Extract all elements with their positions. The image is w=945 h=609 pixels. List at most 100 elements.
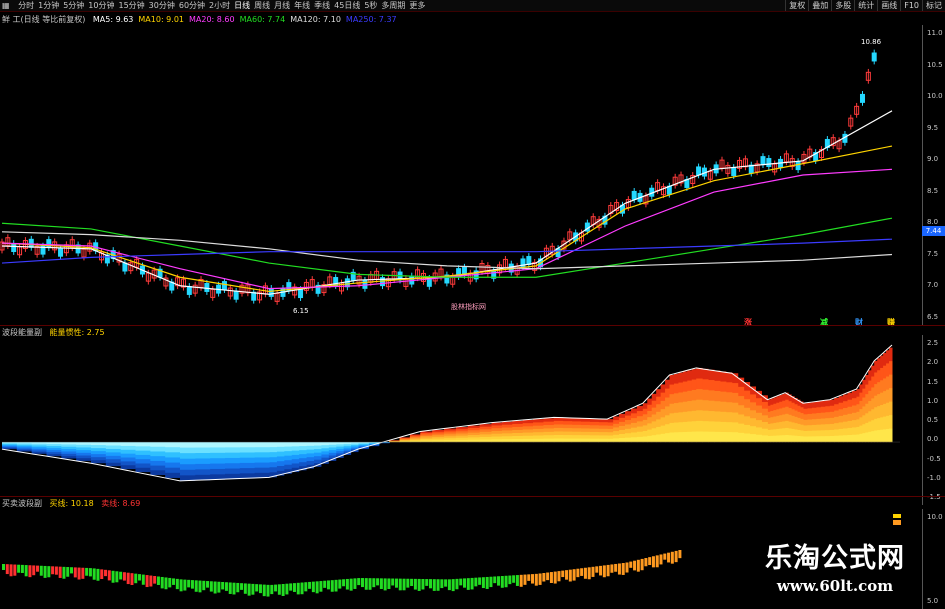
signal-marker-3: 赚 [887, 318, 895, 327]
energy-bar [313, 442, 322, 446]
band-bar [568, 569, 572, 582]
buy-line-value: 买线: 10.18 [49, 499, 94, 508]
band-bar [323, 580, 327, 588]
band-bar [77, 567, 81, 580]
candle-body [28, 238, 34, 248]
energy-bar [343, 442, 352, 444]
tool-button-4[interactable]: 画线 [877, 0, 900, 11]
period-tab-2[interactable]: 5分钟 [61, 0, 86, 11]
band-bar [659, 554, 663, 565]
energy-bar [856, 434, 860, 443]
tool-button-2[interactable]: 多股 [831, 0, 854, 11]
period-tab-6[interactable]: 60分钟 [177, 0, 207, 11]
period-tab-3[interactable]: 10分钟 [86, 0, 116, 11]
axis-tick-label: -0.5 [927, 454, 941, 463]
period-tab-7[interactable]: 2小时 [207, 0, 232, 11]
energy-bar [150, 442, 166, 447]
period-tab-9[interactable]: 周线 [252, 0, 272, 11]
panel-divider [0, 496, 945, 497]
band-bar [364, 578, 368, 590]
energy-bar [444, 440, 457, 443]
energy-bar [320, 442, 329, 446]
energy-bar [533, 438, 544, 443]
period-tab-8[interactable]: 日线 [232, 0, 252, 11]
period-tab-13[interactable]: 45日线 [332, 0, 362, 11]
band-bar [625, 562, 629, 573]
band-bar [417, 578, 421, 591]
band-bar [478, 577, 482, 585]
band-bar [251, 583, 255, 595]
signal-marker-2: 财 [855, 318, 863, 327]
band-bar [357, 578, 361, 586]
band-bar [410, 578, 414, 587]
ma-values: MA5: 9.63 MA10: 9.01 MA20: 8.60 MA60: 7.74 M… [93, 15, 402, 24]
band-bar [549, 572, 553, 583]
band-bar [678, 550, 682, 559]
energy-bar [770, 435, 774, 443]
period-tab-4[interactable]: 15分钟 [116, 0, 146, 11]
energy-bar [725, 432, 733, 443]
band-bar [277, 584, 281, 595]
energy-bar [797, 436, 801, 443]
tool-button-0[interactable]: 复权 [785, 0, 808, 11]
band-axis: 10.0 5.0 [922, 509, 945, 609]
band-bar [47, 566, 51, 578]
period-tab-1[interactable]: 1分钟 [36, 0, 61, 11]
energy-bar [607, 438, 614, 443]
period-tab-16[interactable]: 更多 [407, 0, 427, 11]
low-price-label: 6.15 [293, 307, 309, 315]
band-bar [209, 581, 213, 592]
axis-tick-label: 8.5 [927, 186, 939, 195]
band-bar [183, 579, 187, 591]
ma-line-MA10 [1, 145, 893, 293]
tool-button-6[interactable]: 标记 [922, 0, 945, 11]
watermark-url: www.60lt.com [776, 577, 894, 595]
band-bar [561, 570, 565, 578]
tool-button-1[interactable]: 叠加 [808, 0, 831, 11]
band-bar [274, 584, 278, 592]
period-tab-10[interactable]: 月线 [272, 0, 292, 11]
period-tab-5[interactable]: 30分钟 [147, 0, 177, 11]
band-bar [285, 583, 289, 595]
band-bar [28, 565, 32, 578]
band-bar [655, 555, 659, 568]
energy-bar [883, 429, 887, 443]
band-bar [311, 581, 315, 593]
peak-price-label: 10.86 [861, 38, 882, 46]
energy-bar [862, 433, 866, 443]
energy-bar [76, 442, 92, 445]
energy-bar [877, 430, 881, 443]
band-bar [141, 574, 145, 585]
period-tab-12[interactable]: 季线 [312, 0, 332, 11]
tool-button-3[interactable]: 统计 [854, 0, 877, 11]
energy-bar [512, 439, 524, 443]
band-bar [459, 578, 463, 586]
energy-bar [501, 439, 513, 443]
period-tab-0[interactable]: 分时 [16, 0, 36, 11]
period-tab-15[interactable]: 多周期 [379, 0, 407, 11]
candle-body [204, 282, 210, 292]
period-tab-11[interactable]: 年线 [292, 0, 312, 11]
tool-button-5[interactable]: F10 [900, 0, 922, 11]
band-bar [104, 569, 108, 577]
energy-bar [254, 442, 270, 448]
band-bar [85, 567, 89, 576]
period-tab-14[interactable]: 5秒 [362, 0, 379, 11]
band-bar [138, 574, 142, 581]
energy-bar [816, 436, 822, 443]
energy-bar [788, 435, 792, 443]
candle-body [362, 279, 368, 289]
candle-body [221, 281, 227, 291]
band-bar [262, 584, 266, 597]
energy-bar [714, 431, 721, 443]
band-bar [470, 577, 474, 590]
energy-bar [749, 434, 757, 443]
band-bar [224, 582, 228, 591]
candle-body [46, 239, 52, 249]
grid-icon[interactable]: ▦ [0, 0, 12, 11]
axis-tick-label: 10.0 [927, 513, 943, 521]
energy-bar [691, 431, 697, 443]
band-bar [96, 568, 100, 581]
band-bar [406, 578, 410, 588]
ma-value-1: MA10: 9.01 [138, 15, 184, 24]
